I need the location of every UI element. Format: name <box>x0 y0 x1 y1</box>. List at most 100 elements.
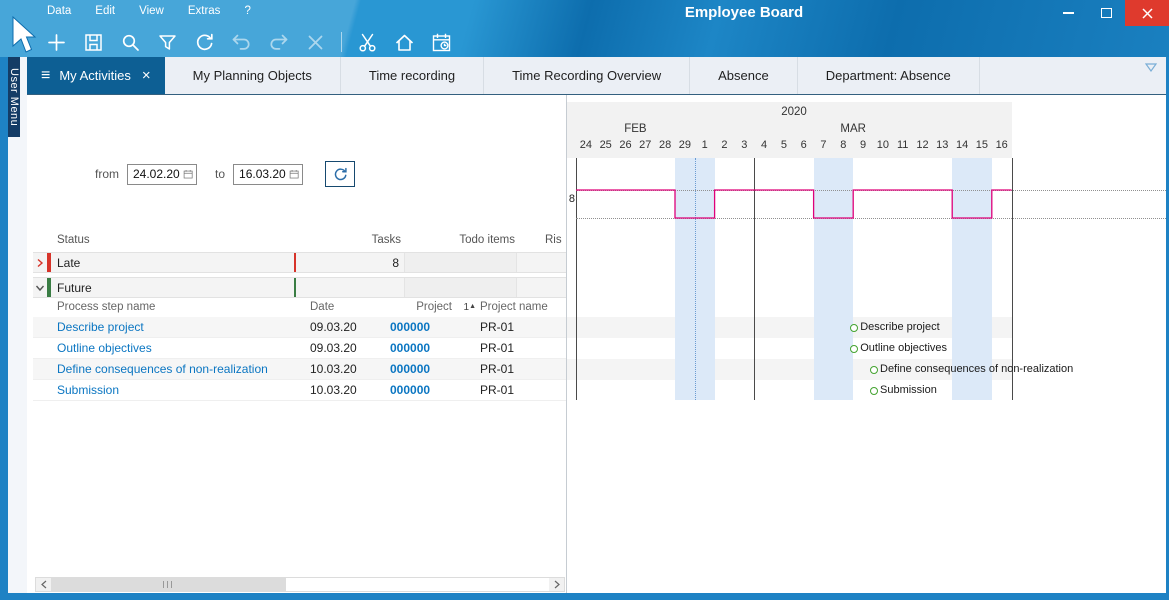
maximize-button[interactable] <box>1087 0 1125 26</box>
gantt-year-label: 2020 <box>576 106 1012 118</box>
minimize-icon <box>1063 12 1074 14</box>
day-label: 14 <box>952 139 972 156</box>
content-area: from 24.02.20 to 16.03.20 <box>27 95 1166 593</box>
chevron-down-icon[interactable] <box>33 283 47 293</box>
day-label: 29 <box>675 139 695 156</box>
project-name: PR-01 <box>480 383 566 397</box>
tools-icon[interactable] <box>356 31 379 54</box>
scrollbar-track[interactable] <box>51 578 549 591</box>
to-label: to <box>215 167 225 181</box>
to-date-input[interactable]: 16.03.20 <box>233 164 303 185</box>
tab-label: My Planning Objects <box>193 68 312 83</box>
redo-icon[interactable] <box>267 31 290 54</box>
menu-item-view[interactable]: View <box>139 5 164 17</box>
group-tasks-value <box>294 278 404 297</box>
month-label-mar: MAR <box>695 123 1012 138</box>
search-icon[interactable] <box>119 31 142 54</box>
horizontal-scrollbar[interactable] <box>35 577 565 592</box>
project-number-link[interactable]: 000000 <box>390 383 480 397</box>
column-status[interactable]: Status <box>57 234 90 246</box>
refresh-icon[interactable] <box>193 31 216 54</box>
day-label: 12 <box>913 139 933 156</box>
day-label: 11 <box>893 139 913 156</box>
capacity-value: 8 <box>567 193 575 205</box>
tab-time-recording[interactable]: Time recording <box>341 57 484 94</box>
undo-icon[interactable] <box>230 31 253 54</box>
milestone-marker[interactable] <box>870 387 878 395</box>
project-number-link[interactable]: 000000 <box>390 341 480 355</box>
column-todo-items[interactable]: Todo items <box>407 234 515 246</box>
filter-icon[interactable] <box>156 31 179 54</box>
day-label: 9 <box>853 139 873 156</box>
toolbar-separator <box>341 32 342 52</box>
scroll-right-button[interactable] <box>549 578 564 591</box>
menu-item-edit[interactable]: Edit <box>95 5 115 17</box>
column-date[interactable]: Date <box>310 301 390 313</box>
tab-absence[interactable]: Absence <box>690 57 798 94</box>
add-icon[interactable] <box>45 31 68 54</box>
close-icon <box>1142 8 1153 19</box>
from-date-input[interactable]: 24.02.20 <box>127 164 197 185</box>
app-frame: User Menu ≡My Activities× My Planning Obj… <box>8 57 1166 593</box>
column-risks[interactable]: Ris <box>545 234 562 246</box>
process-step-link[interactable]: Describe project <box>33 320 310 334</box>
day-label: 4 <box>754 139 774 156</box>
day-label: 5 <box>774 139 794 156</box>
menu-item-data[interactable]: Data <box>47 5 71 17</box>
tab-department-absence[interactable]: Department: Absence <box>798 57 980 94</box>
menu-item-[interactable]: ? <box>244 5 250 17</box>
process-step-row[interactable]: Outline objectives09.03.20000000PR-01 <box>33 338 566 359</box>
project-number-link[interactable]: 000000 <box>390 320 480 334</box>
close-tab-icon[interactable]: × <box>142 68 151 83</box>
calendar-icon[interactable] <box>289 167 299 181</box>
group-todo-value <box>404 253 516 272</box>
process-step-link[interactable]: Outline objectives <box>33 341 310 355</box>
day-label: 15 <box>972 139 992 156</box>
milestone-marker[interactable] <box>870 366 878 374</box>
group-risk-value <box>516 253 566 272</box>
status-group-future[interactable]: Future <box>33 277 566 298</box>
toolbar <box>45 28 453 56</box>
status-group-late[interactable]: Late8 <box>33 252 566 273</box>
column-tasks[interactable]: Tasks <box>295 234 401 246</box>
planning-calendar-icon[interactable] <box>430 31 453 54</box>
scrollbar-thumb[interactable] <box>51 578 286 591</box>
minimize-button[interactable] <box>1049 0 1087 26</box>
column-project-name[interactable]: Project name <box>480 301 566 313</box>
delete-icon[interactable] <box>304 31 327 54</box>
home-icon[interactable] <box>393 31 416 54</box>
project-number-link[interactable]: 000000 <box>390 362 480 376</box>
window-header: Data Edit View Extras? Employee Board <box>0 0 1169 57</box>
column-project[interactable]: Project 1▲ <box>390 301 480 313</box>
user-menu-tab[interactable]: User Menu <box>8 57 20 137</box>
scroll-left-button[interactable] <box>36 578 51 591</box>
process-step-date: 09.03.20 <box>310 341 390 355</box>
tab-label: Absence <box>718 68 769 83</box>
app-window: DataEditViewExtras? Employee Board Us <box>0 0 1169 600</box>
group-risk-value <box>516 278 566 297</box>
save-icon[interactable] <box>82 31 105 54</box>
process-step-row[interactable]: Submission10.03.20000000PR-01 <box>33 380 566 401</box>
day-label: 10 <box>873 139 893 156</box>
process-step-link[interactable]: Submission <box>33 383 310 397</box>
chevron-right-icon[interactable] <box>33 258 47 268</box>
apply-range-button[interactable] <box>325 161 355 187</box>
process-step-row[interactable]: Describe project09.03.20000000PR-01 <box>33 317 566 338</box>
calendar-icon[interactable] <box>183 167 193 181</box>
tab-my-planning-objects[interactable]: My Planning Objects <box>165 57 341 94</box>
milestone-label: Describe project <box>860 317 939 338</box>
tab-my-activities[interactable]: ≡My Activities× <box>27 57 165 94</box>
tab-label: Time recording <box>369 68 455 83</box>
window-title: Employee Board <box>685 4 803 21</box>
process-step-row[interactable]: Define consequences of non-realization10… <box>33 359 566 380</box>
menu-item-extras[interactable]: Extras <box>188 5 221 17</box>
menu-bar: Data Edit View Extras? <box>47 5 251 17</box>
column-process-step-name[interactable]: Process step name <box>33 301 310 313</box>
close-button[interactable] <box>1125 0 1169 26</box>
tab-time-recording-overview[interactable]: Time Recording Overview <box>484 57 690 94</box>
hamburger-icon: ≡ <box>41 68 50 84</box>
tab-overflow-icon[interactable] <box>1145 63 1157 72</box>
process-step-link[interactable]: Define consequences of non-realization <box>33 362 310 376</box>
window-controls <box>1049 0 1169 26</box>
day-label: 28 <box>655 139 675 156</box>
